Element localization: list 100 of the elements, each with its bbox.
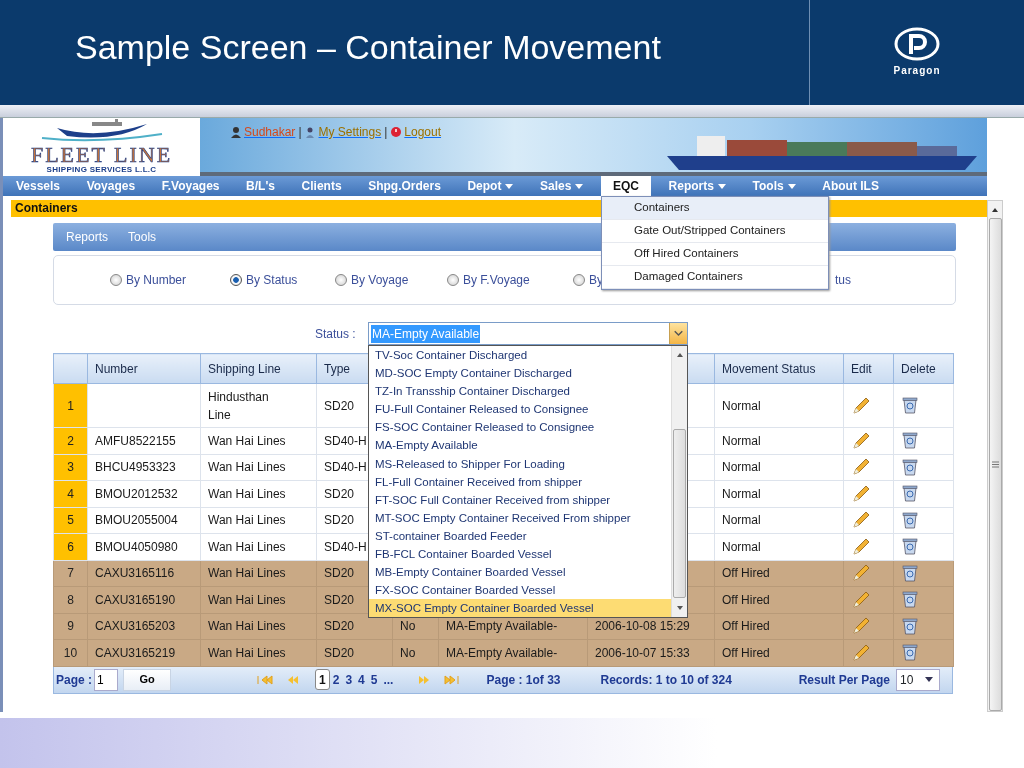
table-cell: Normal xyxy=(714,507,844,534)
nav-item[interactable]: Reports xyxy=(659,176,735,196)
table-cell: Hindusthan Line xyxy=(200,383,317,428)
separator: | xyxy=(298,124,302,141)
dropdown-option[interactable]: FU-Full Container Released to Consignee xyxy=(369,400,671,419)
records-info: Records: 1 to 10 of 324 xyxy=(600,671,732,689)
caret-icon xyxy=(925,677,933,682)
dropdown-option[interactable]: FL-Full Container Received from shipper xyxy=(369,472,671,491)
column-header[interactable]: Delete xyxy=(893,353,954,384)
dropdown-option[interactable]: ST-container Boarded Feeder xyxy=(369,526,671,546)
trash-bin-icon[interactable] xyxy=(901,431,919,451)
table-cell: Off Hired xyxy=(714,613,844,640)
radio-label[interactable]: By F.Voyage xyxy=(463,271,530,289)
menu-item[interactable]: Off Hired Containers xyxy=(602,243,828,266)
pencil-icon[interactable] xyxy=(851,536,871,557)
scroll-up-icon[interactable] xyxy=(675,351,684,359)
radio-button[interactable] xyxy=(573,274,585,286)
column-header[interactable]: Number xyxy=(87,353,201,384)
pencil-icon[interactable] xyxy=(851,483,871,504)
table-cell: BMOU2012532 xyxy=(87,480,201,507)
pencil-icon[interactable] xyxy=(851,563,871,584)
dropdown-option[interactable]: MT-SOC Empty Container Received From shipper xyxy=(369,508,671,527)
trash-bin-icon[interactable] xyxy=(901,616,919,636)
pencil-icon[interactable] xyxy=(851,430,871,451)
trash-bin-icon[interactable] xyxy=(901,457,919,477)
pencil-icon[interactable] xyxy=(851,510,871,531)
radio-button[interactable] xyxy=(230,274,242,286)
radio-label[interactable]: tus xyxy=(835,271,851,289)
table-cell: Off Hired xyxy=(714,560,844,587)
nav-item[interactable]: Sales xyxy=(531,176,593,196)
page-link[interactable]: 2 xyxy=(329,670,343,689)
page-link[interactable]: ... xyxy=(380,670,397,689)
trash-bin-icon[interactable] xyxy=(901,563,919,583)
scroll-up-icon[interactable] xyxy=(991,206,999,214)
page-scrollbar[interactable] xyxy=(987,200,1003,712)
nav-item[interactable]: Clients xyxy=(292,176,351,196)
pencil-icon[interactable] xyxy=(851,395,871,416)
page-link[interactable]: 1 xyxy=(315,669,330,690)
pencil-icon[interactable] xyxy=(851,457,871,478)
table-cell: BHCU4953323 xyxy=(87,454,201,481)
nav-item[interactable]: About ILS xyxy=(813,176,888,196)
radio-label[interactable]: By Voyage xyxy=(351,271,409,289)
page-input[interactable]: 1 xyxy=(94,668,118,691)
radio-button[interactable] xyxy=(110,274,122,286)
dropdown-option[interactable]: TZ-In Transship Container Discharged xyxy=(369,382,671,401)
nav-item[interactable]: Tools xyxy=(743,176,805,196)
row-number: 1 xyxy=(53,383,88,428)
logo-icon xyxy=(894,27,940,61)
dropdown-option[interactable]: MA-Empty Available xyxy=(369,436,671,455)
radio-button[interactable] xyxy=(447,274,459,286)
row-number: 2 xyxy=(53,427,88,454)
company-tagline: SHIPPING SERVICES L.L.C xyxy=(46,166,157,175)
pencil-icon[interactable] xyxy=(851,642,871,663)
table-cell: Off Hired xyxy=(714,639,844,666)
table-cell: Normal xyxy=(714,480,844,507)
column-header[interactable]: Edit xyxy=(843,353,894,384)
radio-label[interactable]: By Status xyxy=(246,271,298,289)
page-link[interactable]: 4 xyxy=(355,670,368,689)
column-header[interactable]: Shipping Line xyxy=(200,353,317,384)
per-page-label: Result Per Page xyxy=(798,671,890,689)
nav-item[interactable]: Depot xyxy=(458,176,523,196)
radio-button[interactable] xyxy=(335,274,347,286)
pencil-icon[interactable] xyxy=(851,616,871,637)
nav-item[interactable]: F.Voyages xyxy=(152,176,229,196)
radio-label[interactable]: By Number xyxy=(126,271,187,289)
nav-item[interactable]: EQC xyxy=(601,176,651,196)
nav-item[interactable]: B/L's xyxy=(237,176,284,196)
slide-title: Sample Screen – Container Movement xyxy=(74,27,662,68)
per-page-select[interactable]: 10 xyxy=(896,668,940,691)
nav-item[interactable]: Vessels xyxy=(7,176,70,196)
menu-item[interactable]: Gate Out/Stripped Containers xyxy=(602,220,828,243)
page-link[interactable]: 5 xyxy=(367,670,381,689)
table-cell: BMOU4050980 xyxy=(87,533,201,560)
pencil-icon[interactable] xyxy=(851,589,871,610)
dropdown-option[interactable]: FT-SOC Full Container Received from shipper xyxy=(369,490,671,509)
nav-item[interactable]: Shpg.Orders xyxy=(359,176,450,196)
nav-item[interactable]: Voyages xyxy=(77,176,145,196)
trash-bin-icon[interactable] xyxy=(901,396,919,416)
trash-bin-icon[interactable] xyxy=(901,484,919,504)
trash-bin-icon[interactable] xyxy=(901,590,919,610)
trash-bin-icon[interactable] xyxy=(901,643,919,663)
table-cell: Wan Hai Lines xyxy=(200,507,317,534)
column-header[interactable]: Movement Status xyxy=(714,353,844,384)
dropdown-option[interactable]: FS-SOC Container Released to Consignee xyxy=(369,418,671,437)
menu-item[interactable]: Containers xyxy=(602,197,828,220)
grip-icon xyxy=(991,461,999,468)
dropdown-option[interactable]: MX-SOC Empty Container Boarded Vessel xyxy=(369,599,671,618)
menu-item[interactable]: Damaged Containers xyxy=(602,266,828,289)
trash-bin-icon[interactable] xyxy=(901,510,919,530)
status-label: Status : xyxy=(315,325,357,343)
table-cell: Normal xyxy=(714,533,844,560)
row-number: 9 xyxy=(53,613,88,640)
table-cell: Wan Hai Lines xyxy=(200,560,317,587)
go-button[interactable]: Go xyxy=(123,668,171,691)
list-scrollbar[interactable] xyxy=(671,346,687,618)
table-cell: Wan Hai Lines xyxy=(200,586,317,613)
trash-bin-icon[interactable] xyxy=(901,537,919,557)
dropdown-option[interactable]: MS-Released to Shipper For Loading xyxy=(369,454,671,473)
page-link[interactable]: 3 xyxy=(342,670,356,689)
table-cell: Wan Hai Lines xyxy=(200,613,317,640)
